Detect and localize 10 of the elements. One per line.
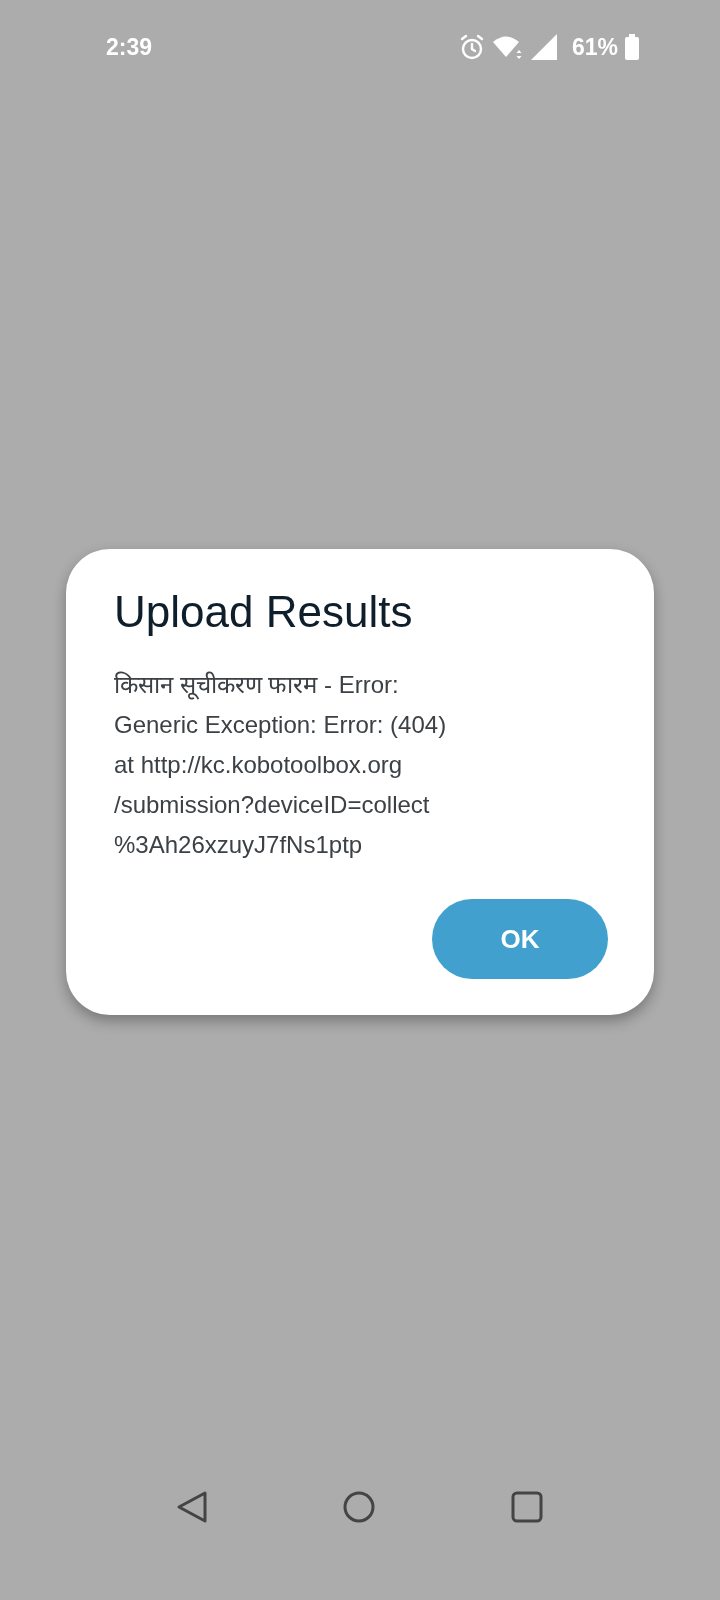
dialog-message: किसान सूचीकरण फारम - Error: Generic Exception: Error: (404) at http://kc.kobotoolbox.org /submission?deviceID=collect %3Ah26xzuyJ7fNs1ptp (114, 670, 448, 860)
status-time: 2:39 (106, 33, 153, 61)
home-icon[interactable] (342, 1490, 376, 1524)
signal-icon (529, 33, 558, 61)
back-icon[interactable] (176, 1490, 208, 1524)
battery-percent: 61% (571, 33, 618, 61)
recents-icon[interactable] (510, 1490, 544, 1524)
dialog-title: Upload Results (114, 587, 414, 637)
ok-button[interactable]: OK (432, 899, 608, 979)
battery-icon (624, 33, 640, 61)
